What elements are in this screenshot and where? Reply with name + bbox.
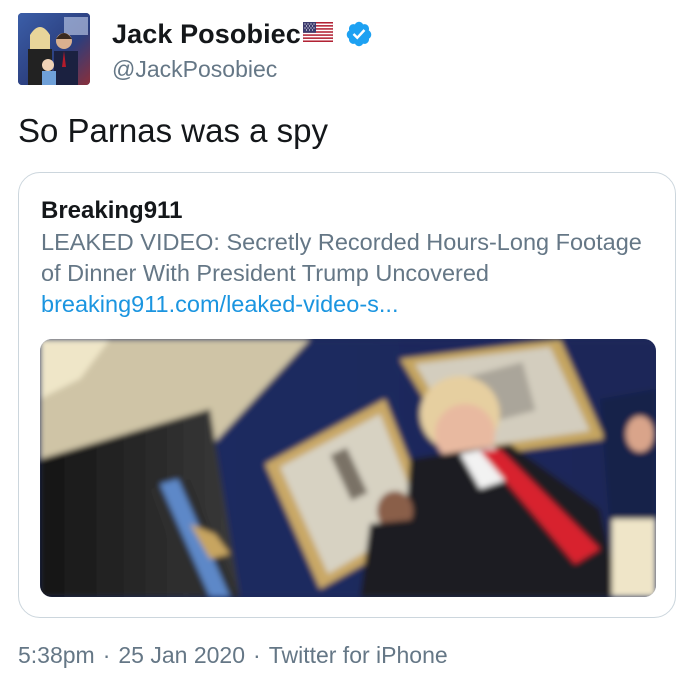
tweet: Jack Posobiec @JackPosobiec So Parnas wa…: [0, 0, 694, 692]
author-name-row: Jack Posobiec: [112, 16, 373, 52]
tweet-time[interactable]: 5:38pm: [18, 640, 95, 670]
card-description: LEAKED VIDEO: Secretly Recorded Hours-Lo…: [41, 229, 642, 286]
tweet-date[interactable]: 25 Jan 2020: [118, 640, 245, 670]
meta-separator: ·: [102, 642, 111, 668]
card-video-thumbnail[interactable]: [40, 339, 656, 597]
tweet-client[interactable]: Twitter for iPhone: [269, 640, 448, 670]
verified-badge-icon: [345, 20, 373, 48]
card-source: Breaking911: [41, 197, 183, 224]
link-card[interactable]: Breaking911 LEAKED VIDEO: Secretly Recor…: [18, 172, 676, 618]
tweet-text: So Parnas was a spy: [18, 112, 328, 149]
author-handle[interactable]: @JackPosobiec: [112, 54, 277, 84]
display-name[interactable]: Jack Posobiec: [112, 16, 301, 52]
us-flag-icon: [302, 21, 334, 43]
card-link[interactable]: breaking911.com/leaked-video-s...: [41, 289, 398, 320]
tweet-meta: 5:38pm · 25 Jan 2020 · Twitter for iPhon…: [18, 640, 448, 670]
avatar[interactable]: [18, 13, 90, 85]
meta-separator: ·: [253, 642, 261, 668]
